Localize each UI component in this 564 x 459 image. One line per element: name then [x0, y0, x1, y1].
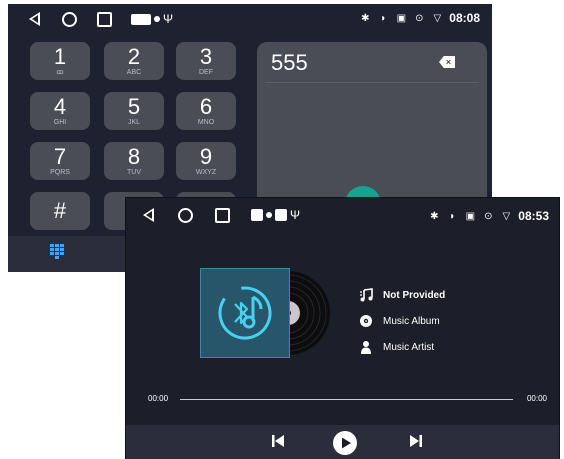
dialed-number: 555: [271, 50, 308, 75]
album-art: [200, 268, 290, 358]
bluetooth-icon: ✱: [430, 210, 439, 222]
skip-next-button[interactable]: [408, 433, 424, 449]
key-letters: JKL: [127, 119, 141, 126]
dialpad-icon[interactable]: [50, 244, 64, 260]
track-album: Music Album: [383, 315, 440, 327]
person-icon: [358, 339, 374, 355]
status-bar: Ψ ✱ ◗ ▣ ⊙ ▽ 08:08: [8, 4, 492, 32]
usb-icon: Ψ: [163, 12, 174, 26]
key-digit: 8: [127, 144, 141, 169]
nav-bar: Ψ: [26, 11, 173, 27]
divider: [265, 82, 479, 83]
skip-previous-icon: [272, 435, 284, 447]
key-digit: 5: [127, 94, 141, 119]
dial-key-9[interactable]: 9 WXYZ: [176, 142, 236, 180]
wifi-icon: ▽: [433, 12, 442, 24]
back-icon[interactable]: [26, 11, 42, 27]
wifi-icon: ▽: [502, 210, 511, 222]
status-bar: Ψ ✱ ◗ ▣ ⊙ ▽ 08:53: [126, 198, 559, 230]
recents-icon[interactable]: [96, 11, 112, 27]
playback-controls: [126, 425, 559, 459]
key-letters: ABC: [126, 69, 142, 76]
track-title-row: Not Provided: [358, 282, 445, 308]
key-symbol: #: [53, 198, 67, 223]
dial-key-8[interactable]: 8 TUV: [104, 142, 164, 180]
signal-icon: ◗: [449, 210, 456, 222]
status-time: 08:53: [518, 209, 549, 223]
dial-key-7[interactable]: 7 PQRS: [30, 142, 90, 180]
track-info: Not Provided Music Album Music Artist: [358, 282, 445, 360]
music-screen: Ψ ✱ ◗ ▣ ⊙ ▽ 08:53 Not Provided Music Alb…: [126, 198, 559, 459]
screen-icon: ▣: [465, 210, 476, 222]
usb-icon: Ψ: [290, 208, 301, 222]
play-button[interactable]: [333, 431, 357, 455]
total-time: 00:00: [526, 394, 547, 403]
dial-key-4[interactable]: 4 GHI: [30, 92, 90, 130]
dial-key-5[interactable]: 5 JKL: [104, 92, 164, 130]
key-digit: 2: [127, 44, 141, 69]
key-letters: ꝏ: [56, 69, 64, 76]
dial-key-hash[interactable]: #: [30, 192, 90, 230]
progress-bar[interactable]: [180, 399, 513, 400]
key-digit: 6: [199, 94, 213, 119]
location-icon: ⊙: [415, 12, 424, 24]
key-letters: WXYZ: [195, 169, 217, 176]
key-letters: GHI: [53, 119, 67, 126]
notification-dot-icon: [154, 16, 160, 22]
screen-icon: ▣: [396, 12, 407, 24]
nav-bar: Ψ: [140, 207, 300, 223]
dial-key-1[interactable]: 1 ꝏ: [30, 42, 90, 80]
key-letters: TUV: [127, 169, 141, 176]
elapsed-time: 00:00: [148, 394, 169, 403]
back-icon[interactable]: [140, 207, 156, 223]
dial-key-6[interactable]: 6 MNO: [176, 92, 236, 130]
notification-icon: [131, 13, 151, 25]
key-digit: 7: [53, 144, 67, 169]
signal-icon: ◗: [380, 12, 387, 24]
bluetooth-icon: ✱: [361, 12, 370, 24]
home-icon[interactable]: [177, 207, 193, 223]
status-time: 08:08: [449, 11, 480, 25]
notification-icon: [275, 209, 287, 221]
status-indicators: ✱ ◗ ▣ ⊙ ▽ 08:08: [359, 11, 480, 25]
track-album-row: Music Album: [358, 308, 445, 334]
key-letters: PQRS: [50, 169, 70, 176]
track-title: Not Provided: [383, 289, 446, 301]
key-digit: 4: [53, 94, 67, 119]
dial-key-3[interactable]: 3 DEF: [176, 42, 236, 80]
dial-key-2[interactable]: 2 ABC: [104, 42, 164, 80]
location-icon: ⊙: [484, 210, 493, 222]
bluetooth-music-icon: [218, 286, 272, 340]
notification-dot-icon: [266, 212, 272, 218]
play-icon: [342, 437, 351, 449]
skip-next-icon: [410, 435, 422, 447]
status-indicators: ✱ ◗ ▣ ⊙ ▽ 08:53: [428, 209, 549, 223]
skip-previous-button[interactable]: [270, 433, 286, 449]
key-letters: DEF: [199, 69, 213, 76]
notification-icons: Ψ: [251, 208, 300, 222]
notification-icon: [251, 209, 263, 221]
disc-icon: [358, 313, 374, 329]
playback-progress[interactable]: 00:00 00:00: [148, 394, 547, 406]
track-artist-row: Music Artist: [358, 334, 445, 360]
recents-icon[interactable]: [214, 207, 230, 223]
track-artist: Music Artist: [383, 341, 435, 353]
music-note-icon: [358, 287, 374, 303]
notification-icons: Ψ: [131, 12, 173, 26]
home-icon[interactable]: [61, 11, 77, 27]
backspace-icon[interactable]: ×: [439, 56, 455, 68]
key-digit: 3: [199, 44, 213, 69]
key-digit: 9: [199, 144, 213, 169]
key-letters: MNO: [197, 119, 215, 126]
key-digit: 1: [53, 44, 67, 69]
